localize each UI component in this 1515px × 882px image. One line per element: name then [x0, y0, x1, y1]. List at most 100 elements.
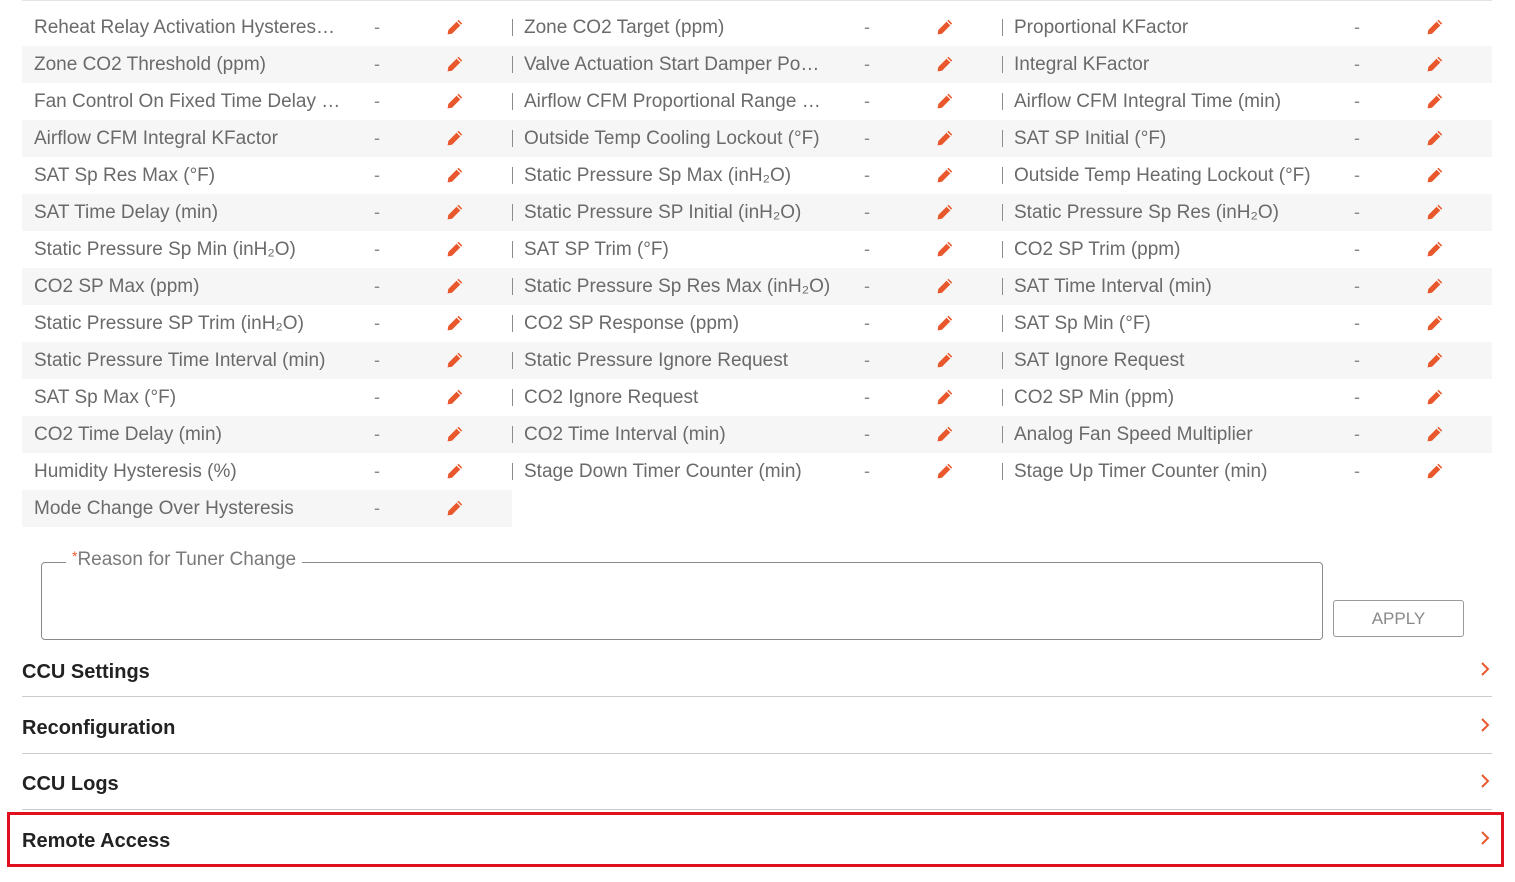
column-separator [1002, 56, 1003, 73]
tuner-label: SAT SP Trim (°F) [524, 238, 669, 260]
tuner-cell: SAT Time Delay (min) - [22, 194, 512, 231]
pencil-icon[interactable] [446, 499, 464, 517]
tuner-label: Airflow CFM Integral Time (min) [1014, 90, 1282, 112]
column-separator [1002, 204, 1003, 221]
tuner-value: - [374, 313, 380, 333]
pencil-icon[interactable] [936, 129, 954, 147]
pencil-icon[interactable] [1426, 462, 1444, 480]
pencil-icon[interactable] [1426, 18, 1444, 36]
tuner-label: SAT Sp Min (°F) [1014, 312, 1151, 334]
pencil-icon[interactable] [936, 425, 954, 443]
tuner-value: - [374, 128, 380, 148]
column-separator [1002, 130, 1003, 147]
tuner-label: Analog Fan Speed Multiplier [1014, 423, 1253, 445]
tuner-row: Airflow CFM Integral KFactor - Outside Tem… [22, 120, 1492, 157]
tuner-cell: SAT Sp Res Max (°F) - [22, 157, 512, 194]
tuner-value: - [1354, 350, 1360, 370]
column-separator [512, 19, 513, 36]
column-separator [512, 56, 513, 73]
pencil-icon[interactable] [446, 203, 464, 221]
tuner-label: CO2 Time Interval (min) [524, 423, 726, 445]
pencil-icon[interactable] [1426, 351, 1444, 369]
pencil-icon[interactable] [446, 425, 464, 443]
pencil-icon[interactable] [446, 240, 464, 258]
tuner-cell: Zone CO2 Threshold (ppm) - [22, 46, 512, 83]
tuner-value: - [1354, 202, 1360, 222]
section-ccu-logs[interactable]: CCU Logs [22, 756, 1492, 812]
tuner-value: - [864, 276, 870, 296]
pencil-icon[interactable] [446, 388, 464, 406]
column-separator [1002, 389, 1003, 406]
section-reconfiguration[interactable]: Reconfiguration [22, 700, 1492, 756]
pencil-icon[interactable] [1426, 314, 1444, 332]
tuner-label: Outside Temp Heating Lockout (°F) [1014, 164, 1311, 186]
pencil-icon[interactable] [446, 129, 464, 147]
pencil-icon[interactable] [446, 314, 464, 332]
pencil-icon[interactable] [446, 92, 464, 110]
tuner-label: Stage Down Timer Counter (min) [524, 460, 802, 482]
tuner-label: Integral KFactor [1014, 53, 1150, 75]
tuner-value: - [1354, 276, 1360, 296]
pencil-icon[interactable] [936, 388, 954, 406]
chevron-right-icon [1480, 773, 1490, 789]
pencil-icon[interactable] [936, 203, 954, 221]
pencil-icon[interactable] [936, 18, 954, 36]
pencil-icon[interactable] [936, 166, 954, 184]
column-separator [512, 204, 513, 221]
pencil-icon[interactable] [1426, 425, 1444, 443]
pencil-icon[interactable] [1426, 388, 1444, 406]
pencil-icon[interactable] [1426, 166, 1444, 184]
pencil-icon[interactable] [936, 351, 954, 369]
column-separator [512, 389, 513, 406]
tuner-label: Static Pressure SP Trim (inH₂O) [34, 312, 304, 334]
pencil-icon[interactable] [936, 240, 954, 258]
pencil-icon[interactable] [446, 55, 464, 73]
tuner-value: - [864, 202, 870, 222]
pencil-icon[interactable] [936, 92, 954, 110]
column-separator [512, 315, 513, 332]
reason-input[interactable] [52, 580, 1316, 634]
empty-cell [512, 490, 1002, 527]
tuner-value: - [864, 313, 870, 333]
highlight-box [7, 812, 1504, 867]
column-separator [1002, 315, 1003, 332]
column-separator [512, 278, 513, 295]
pencil-icon[interactable] [1426, 92, 1444, 110]
tuner-cell: Fan Control On Fixed Time Delay … - [22, 83, 512, 120]
pencil-icon[interactable] [1426, 203, 1444, 221]
tuner-value: - [374, 165, 380, 185]
tuner-value: - [864, 91, 870, 111]
pencil-icon[interactable] [446, 166, 464, 184]
pencil-icon[interactable] [446, 277, 464, 295]
tuner-row: SAT Time Delay (min) - Static Pressure SP … [22, 194, 1492, 231]
tuner-cell: SAT Ignore Request - [1002, 342, 1492, 379]
tuner-label: Zone CO2 Target (ppm) [524, 16, 725, 38]
column-separator [512, 463, 513, 480]
pencil-icon[interactable] [1426, 129, 1444, 147]
pencil-icon[interactable] [936, 277, 954, 295]
tuner-value: - [374, 424, 380, 444]
tuner-label: CO2 SP Max (ppm) [34, 275, 200, 297]
tuner-cell: Static Pressure SP Initial (inH₂O) - [512, 194, 1002, 231]
pencil-icon[interactable] [446, 351, 464, 369]
tuner-cell: Outside Temp Heating Lockout (°F) - [1002, 157, 1492, 194]
tuner-value: - [1354, 128, 1360, 148]
column-separator [1002, 19, 1003, 36]
pencil-icon[interactable] [1426, 240, 1444, 258]
pencil-icon[interactable] [1426, 55, 1444, 73]
column-separator [1002, 463, 1003, 480]
pencil-icon[interactable] [936, 462, 954, 480]
section-title: CCU Settings [22, 660, 150, 683]
pencil-icon[interactable] [1426, 277, 1444, 295]
section-ccu-settings[interactable]: CCU Settings [22, 644, 1492, 700]
column-separator [1002, 241, 1003, 258]
pencil-icon[interactable] [446, 462, 464, 480]
tuner-row: SAT Sp Res Max (°F) - Static Pressure Sp M… [22, 157, 1492, 194]
pencil-icon[interactable] [936, 55, 954, 73]
apply-button[interactable]: APPLY [1333, 600, 1464, 637]
pencil-icon[interactable] [446, 18, 464, 36]
pencil-icon[interactable] [936, 314, 954, 332]
section-divider [22, 696, 1492, 697]
tuner-label: Airflow CFM Proportional Range … [524, 90, 821, 112]
tuner-value: - [864, 350, 870, 370]
